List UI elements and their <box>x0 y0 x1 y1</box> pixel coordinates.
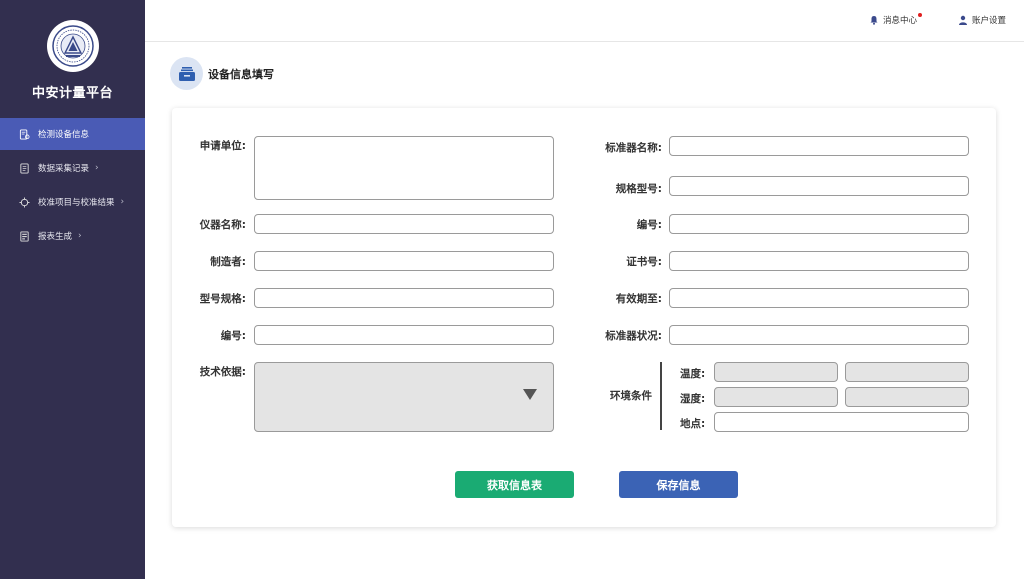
sidebar: 中安计量平台 检测设备信息 数据采集记录 › 校准项目与校准结果 › 报表生成 … <box>0 0 145 579</box>
sidebar-item-label: 报表生成 <box>38 232 73 242</box>
metrology-seal-logo-icon <box>52 25 94 67</box>
temperature-field-2[interactable] <box>845 362 969 382</box>
valid-until-field[interactable] <box>669 288 969 308</box>
sidebar-item-label: 校准项目与校准结果 <box>38 198 115 208</box>
location-field[interactable] <box>714 412 969 432</box>
standard-serial-field[interactable] <box>669 214 969 234</box>
standard-status-label: 标准器状况: <box>605 330 662 342</box>
applicant-field[interactable] <box>254 136 554 200</box>
unread-dot <box>918 13 923 17</box>
chevron-right-icon: › <box>95 163 99 173</box>
top-bar: 消息中心 账户设置 <box>145 0 1024 42</box>
notebook-icon <box>18 162 30 174</box>
page-title: 设备信息填写 <box>208 68 274 81</box>
humidity-field-1[interactable] <box>714 387 838 407</box>
sidebar-item-label: 检测设备信息 <box>38 130 90 140</box>
spec-model-field[interactable] <box>669 176 969 196</box>
model-spec-field[interactable] <box>254 288 554 308</box>
technical-basis-label: 技术依据: <box>199 366 246 378</box>
chevron-right-icon: › <box>120 197 125 207</box>
sidebar-item-label: 数据采集记录 <box>38 164 90 174</box>
serial-number-field[interactable] <box>254 325 554 345</box>
valid-until-label: 有效期至: <box>615 293 662 305</box>
sidebar-item-reports[interactable]: 报表生成 › <box>0 220 145 252</box>
crosshair-icon <box>18 196 30 208</box>
temperature-label: 温度: <box>680 368 706 380</box>
technical-basis-select[interactable] <box>254 362 554 432</box>
humidity-label: 湿度: <box>680 393 706 405</box>
applicant-label: 申请单位: <box>199 140 246 152</box>
humidity-field-2[interactable] <box>845 387 969 407</box>
device-doc-icon <box>18 128 30 140</box>
report-icon <box>18 230 30 242</box>
sidebar-item-device-info[interactable]: 检测设备信息 <box>0 118 145 150</box>
message-center-label: 消息中心 <box>883 13 923 26</box>
environment-divider <box>660 362 662 430</box>
sidebar-nav: 检测设备信息 数据采集记录 › 校准项目与校准结果 › 报表生成 › <box>0 118 145 254</box>
fetch-info-button[interactable]: 获取信息表 <box>455 471 574 498</box>
model-spec-label: 型号规格: <box>199 293 246 305</box>
dropdown-triangle-icon <box>523 389 537 400</box>
message-center-link[interactable]: 消息中心 <box>869 13 923 26</box>
standard-name-field[interactable] <box>669 136 969 156</box>
user-icon <box>959 15 967 25</box>
sidebar-item-data-records[interactable]: 数据采集记录 › <box>0 152 145 184</box>
environment-label: 环境条件 <box>610 390 652 402</box>
account-settings-label: 账户设置 <box>972 16 1007 26</box>
standard-name-label: 标准器名称: <box>605 142 662 154</box>
certificate-number-field[interactable] <box>669 251 969 271</box>
save-info-button[interactable]: 保存信息 <box>619 471 738 498</box>
bell-icon <box>870 16 878 25</box>
account-settings-link[interactable]: 账户设置 <box>958 14 1006 26</box>
manufacturer-field[interactable] <box>254 251 554 271</box>
inbox-icon <box>170 57 203 90</box>
instrument-name-field[interactable] <box>254 214 554 234</box>
location-label: 地点: <box>680 418 706 430</box>
standard-serial-label: 编号: <box>636 219 662 231</box>
standard-status-field[interactable] <box>669 325 969 345</box>
temperature-field-1[interactable] <box>714 362 838 382</box>
chevron-right-icon: › <box>78 231 82 241</box>
manufacturer-label: 制造者: <box>210 256 246 268</box>
certificate-number-label: 证书号: <box>626 256 662 268</box>
instrument-name-label: 仪器名称: <box>199 219 246 231</box>
serial-number-label: 编号: <box>220 330 246 342</box>
sidebar-item-calibration[interactable]: 校准项目与校准结果 › <box>0 186 145 218</box>
brand-name: 中安计量平台 <box>31 86 113 101</box>
spec-model-label: 规格型号: <box>615 183 662 195</box>
logo <box>47 20 99 72</box>
